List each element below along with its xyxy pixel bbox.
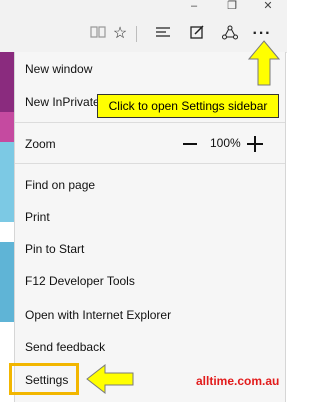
hub-icon[interactable] bbox=[153, 24, 173, 44]
menu-divider bbox=[15, 163, 285, 164]
toolbar-separator bbox=[136, 26, 137, 42]
menu-item-find-on-page[interactable]: Find on page bbox=[25, 177, 95, 193]
annotation-arrow-left-icon bbox=[86, 364, 134, 394]
web-note-icon[interactable] bbox=[187, 24, 207, 44]
menu-item-pin-to-start[interactable]: Pin to Start bbox=[25, 241, 84, 257]
share-icon[interactable] bbox=[220, 24, 240, 44]
annotation-callout: Click to open Settings sidebar bbox=[97, 94, 279, 118]
webpage-background bbox=[0, 52, 14, 402]
title-bar: – ❐ ✕ bbox=[0, 0, 287, 14]
menu-item-f12-developer-tools[interactable]: F12 Developer Tools bbox=[25, 273, 135, 289]
zoom-label: Zoom bbox=[25, 137, 56, 151]
minimize-icon[interactable]: – bbox=[176, 0, 212, 14]
zoom-out-button[interactable] bbox=[183, 143, 197, 145]
menu-item-open-with-ie[interactable]: Open with Internet Explorer bbox=[25, 307, 171, 323]
restore-icon[interactable]: ❐ bbox=[214, 0, 250, 14]
settings-highlight-box bbox=[9, 363, 79, 395]
watermark-text: alltime.com.au bbox=[196, 374, 280, 388]
reading-view-icon[interactable] bbox=[88, 24, 108, 44]
browser-toolbar: ☆ ··· bbox=[0, 14, 287, 53]
favorite-star-icon[interactable]: ☆ bbox=[110, 24, 130, 44]
close-icon[interactable]: ✕ bbox=[250, 0, 286, 14]
menu-item-send-feedback[interactable]: Send feedback bbox=[25, 339, 105, 355]
annotation-arrow-up-icon bbox=[248, 40, 280, 86]
zoom-level: 100% bbox=[210, 136, 241, 150]
menu-item-new-inprivate-window[interactable]: New InPrivate window bbox=[25, 94, 100, 110]
menu-item-new-window[interactable]: New window bbox=[25, 61, 92, 77]
zoom-in-button[interactable] bbox=[247, 136, 263, 152]
menu-divider bbox=[15, 122, 285, 123]
menu-item-print[interactable]: Print bbox=[25, 209, 50, 225]
